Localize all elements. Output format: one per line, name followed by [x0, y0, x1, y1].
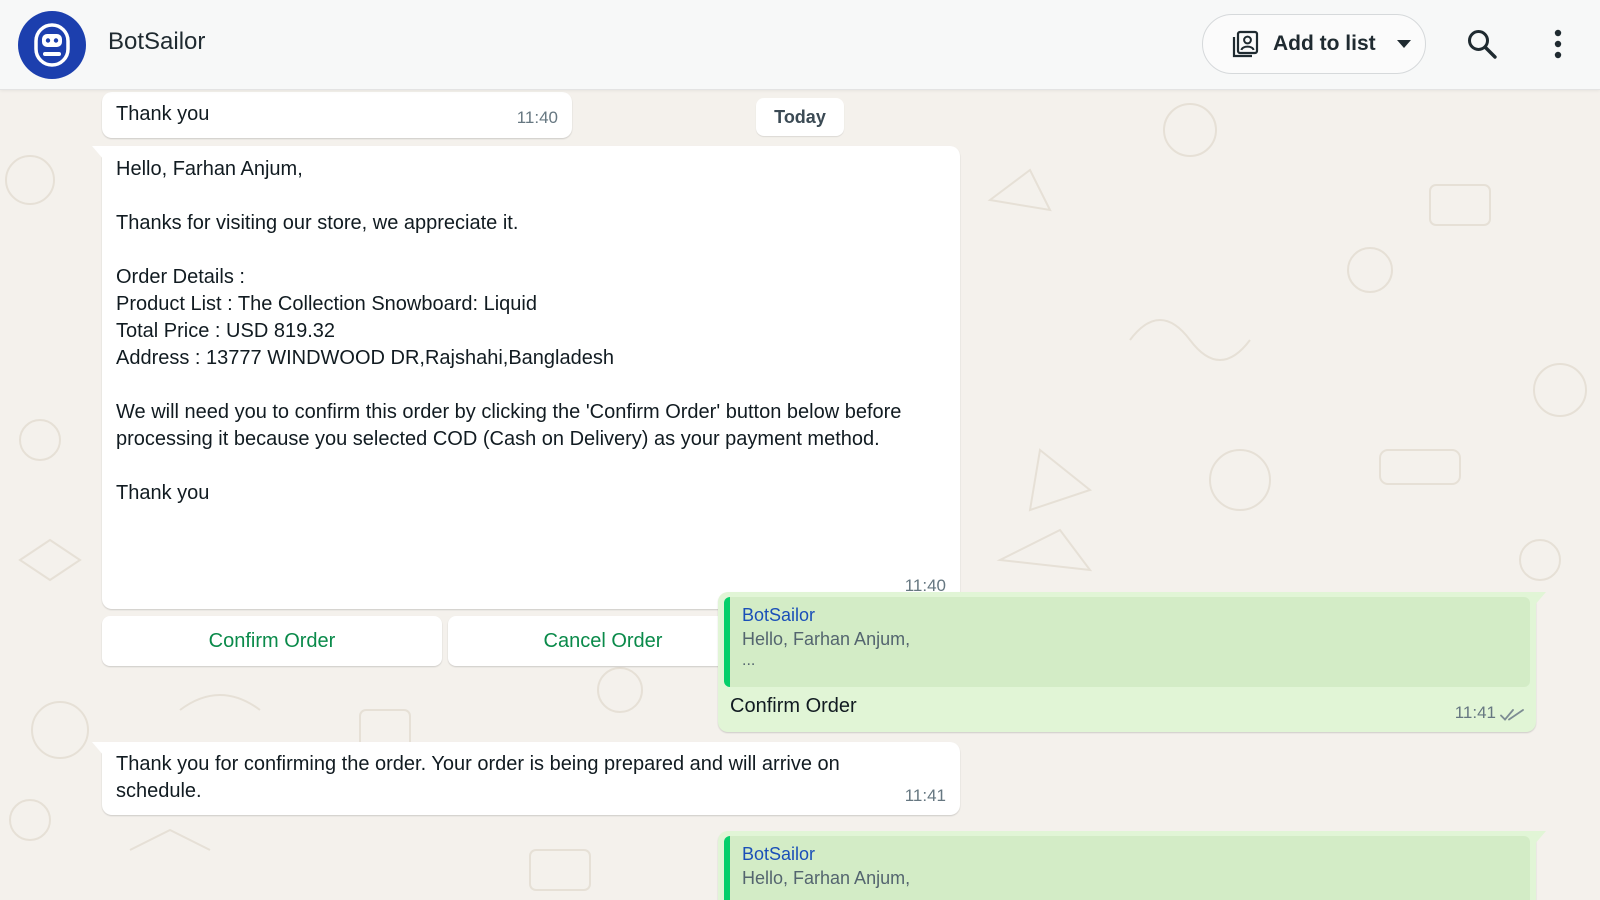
contact-avatar[interactable] [18, 11, 86, 79]
chat-area[interactable]: Thank you 11:40 Today Hello, Farhan Anju… [0, 90, 1600, 900]
quoted-author: BotSailor [742, 605, 816, 625]
more-options-button[interactable] [1548, 24, 1568, 64]
message-line: schedule. [116, 780, 202, 802]
bot-avatar-icon [34, 23, 70, 67]
chat-header: BotSailor Add to list [0, 0, 1600, 90]
add-to-list-button[interactable]: Add to list [1202, 14, 1426, 74]
bubble-tail [1534, 831, 1546, 845]
double-check-icon [1500, 709, 1524, 721]
quoted-message[interactable]: BotSailor Hello, Farhan Anjum, [724, 836, 1530, 900]
quoted-text: Hello, Farhan Anjum, [742, 868, 911, 888]
message-bubble-incoming[interactable]: Thank you for confirming the order. Your… [92, 742, 960, 815]
message-bubble-outgoing[interactable]: BotSailor Hello, Farhan Anjum, [718, 831, 1546, 900]
message-bubble-incoming[interactable]: Thank you 11:40 [102, 92, 572, 138]
caret-down-icon [1396, 40, 1411, 48]
search-icon [1468, 30, 1497, 59]
message-line: Order Details : [116, 266, 245, 288]
message-time: 11:40 [516, 108, 558, 127]
message-text: Confirm Order [730, 695, 857, 717]
bubble-tail [92, 146, 104, 160]
quoted-ellipsis: ... [742, 652, 756, 669]
quoted-message[interactable]: BotSailor Hello, Farhan Anjum, ... [724, 597, 1530, 687]
contact-list-icon [1232, 30, 1259, 58]
message-time: 11:41 [1454, 703, 1496, 722]
search-button[interactable] [1464, 26, 1500, 62]
contact-name[interactable]: BotSailor [108, 28, 205, 56]
more-vertical-icon [1554, 29, 1562, 59]
date-separator: Today [756, 98, 844, 136]
message-line: Thank you [116, 482, 210, 504]
message-bubble-incoming[interactable]: Hello, Farhan Anjum, Thanks for visiting… [92, 146, 960, 609]
quoted-text: Hello, Farhan Anjum, [742, 629, 911, 649]
message-text: Thank you [116, 103, 210, 125]
quoted-author: BotSailor [742, 844, 816, 864]
message-line: Product List : The Collection Snowboard:… [116, 293, 537, 315]
message-line: We will need you to confirm this order b… [116, 401, 902, 423]
bubble-tail [92, 742, 104, 756]
message-time: 11:41 [904, 786, 946, 805]
message-line: Total Price : USD 819.32 [116, 320, 335, 342]
message-line: Thanks for visiting our store, we apprec… [116, 212, 519, 234]
message-line: processing it because you selected COD (… [116, 428, 880, 450]
bubble-tail [1534, 592, 1546, 606]
confirm-order-button[interactable]: Confirm Order [102, 616, 442, 666]
message-line: Thank you for confirming the order. Your… [116, 753, 840, 775]
add-to-list-label: Add to list [1273, 32, 1376, 55]
message-line: Hello, Farhan Anjum, [116, 158, 303, 180]
message-bubble-outgoing[interactable]: BotSailor Hello, Farhan Anjum, ... Confi… [718, 592, 1546, 732]
message-line: Address : 13777 WINDWOOD DR,Rajshahi,Ban… [116, 347, 614, 369]
cancel-order-button[interactable]: Cancel Order [448, 616, 758, 666]
